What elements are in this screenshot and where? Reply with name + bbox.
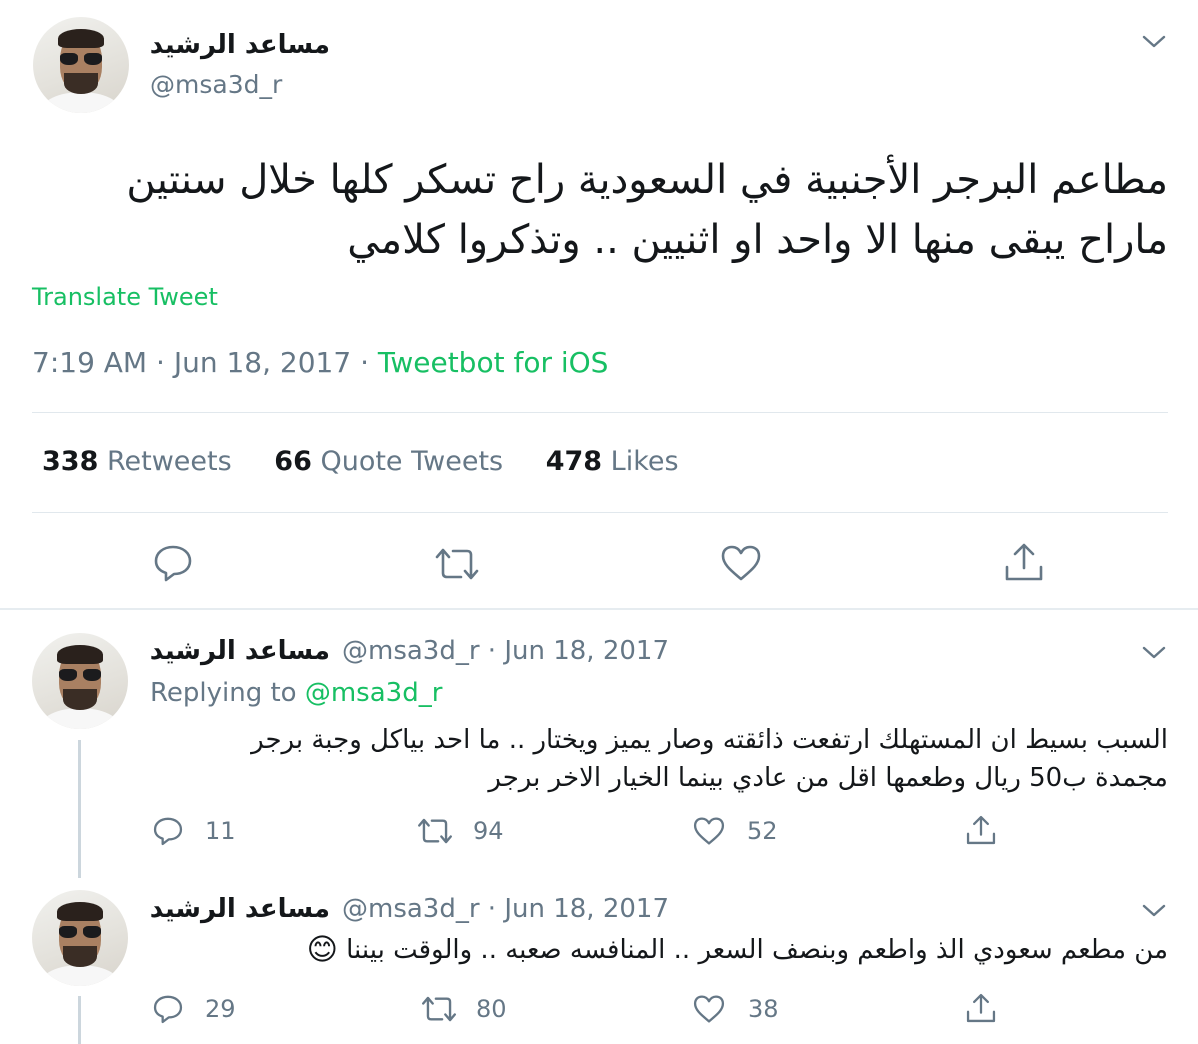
divider: [32, 412, 1168, 413]
share-icon[interactable]: [1003, 541, 1045, 583]
tweet-source-link[interactable]: Tweetbot for iOS: [378, 346, 609, 379]
author-name[interactable]: مساعد الرشيد: [150, 636, 330, 666]
thread-line: [78, 740, 81, 878]
avatar[interactable]: [33, 17, 129, 113]
retweet-count: 80: [476, 995, 507, 1023]
quotes-count: 66: [274, 446, 312, 477]
tweet-meta: 7:19 AM · Jun 18, 2017 · Tweetbot for iO…: [32, 346, 608, 379]
translate-tweet-link[interactable]: Translate Tweet: [32, 283, 218, 311]
likes-label: Likes: [610, 446, 679, 477]
replying-to-handle[interactable]: @msa3d_r: [305, 678, 443, 708]
retweets-count: 338: [42, 446, 99, 477]
share-icon[interactable]: [965, 813, 997, 847]
like-icon[interactable]: [719, 544, 763, 582]
like-icon[interactable]: [692, 816, 726, 846]
author-handle[interactable]: @msa3d_r: [150, 70, 282, 99]
author-name[interactable]: مساعد الرشيد: [150, 30, 330, 60]
chevron-down-icon[interactable]: [1142, 903, 1166, 919]
retweet-icon[interactable]: [433, 545, 481, 583]
tweet-date[interactable]: Jun 18, 2017: [174, 346, 351, 379]
tweet-stats: 338 Retweets 66 Quote Tweets 478 Likes: [42, 446, 679, 477]
handle-date[interactable]: @msa3d_r · Jun 18, 2017: [342, 894, 669, 924]
reply-text-line-1: السبب بسيط ان المستهلك ارتفعت ذائقته وصا…: [251, 725, 1168, 755]
retweets-stat[interactable]: 338 Retweets: [42, 446, 240, 477]
avatar[interactable]: [32, 633, 128, 729]
separator: ·: [360, 346, 369, 379]
reply-icon[interactable]: [152, 993, 184, 1025]
replying-to: Replying to @msa3d_r: [150, 678, 442, 708]
retweet-icon[interactable]: [416, 816, 454, 846]
reply-icon[interactable]: [152, 543, 194, 583]
quote-tweets-stat[interactable]: 66 Quote Tweets: [274, 446, 511, 477]
likes-stat[interactable]: 478 Likes: [546, 446, 679, 477]
divider: [32, 512, 1168, 513]
tweet-text-line-1: مطاعم البرجر الأجنبية في السعودية راح تس…: [126, 157, 1168, 203]
section-divider: [0, 608, 1198, 610]
retweets-label: Retweets: [106, 446, 232, 477]
author-name[interactable]: مساعد الرشيد: [150, 894, 330, 924]
chevron-down-icon[interactable]: [1142, 34, 1166, 50]
reply-text-line-1: من مطعم سعودي الذ واطعم وبنصف السعر .. ا…: [346, 935, 1168, 965]
thread-line: [78, 996, 81, 1044]
reply-text-line-2: مجمدة ب50 ريال وطعمها اقل من عادي بينما …: [488, 763, 1168, 793]
retweet-count: 94: [473, 817, 504, 845]
retweet-icon[interactable]: [420, 994, 458, 1024]
chevron-down-icon[interactable]: [1142, 645, 1166, 661]
like-count: 52: [747, 817, 778, 845]
reply-count: 11: [205, 817, 236, 845]
share-icon[interactable]: [965, 991, 997, 1025]
quotes-label: Quote Tweets: [320, 446, 504, 477]
reply-icon[interactable]: [152, 815, 184, 847]
replying-to-label: Replying to: [150, 678, 297, 708]
separator: ·: [156, 346, 165, 379]
reply-count: 29: [205, 995, 236, 1023]
like-icon[interactable]: [692, 994, 726, 1024]
likes-count: 478: [545, 446, 603, 477]
like-count: 38: [748, 995, 779, 1023]
handle-date[interactable]: @msa3d_r · Jun 18, 2017: [342, 636, 669, 666]
tweet-text-line-2: ماراح يبقى منها الا واحد او اثنيين .. وت…: [347, 217, 1168, 263]
reply-text: 😊 من مطعم سعودي الذ واطعم وبنصف السعر ..…: [150, 930, 1168, 971]
avatar[interactable]: [32, 890, 128, 986]
tweet-time[interactable]: 7:19 AM: [32, 346, 147, 379]
emoji: 😊: [306, 932, 338, 968]
